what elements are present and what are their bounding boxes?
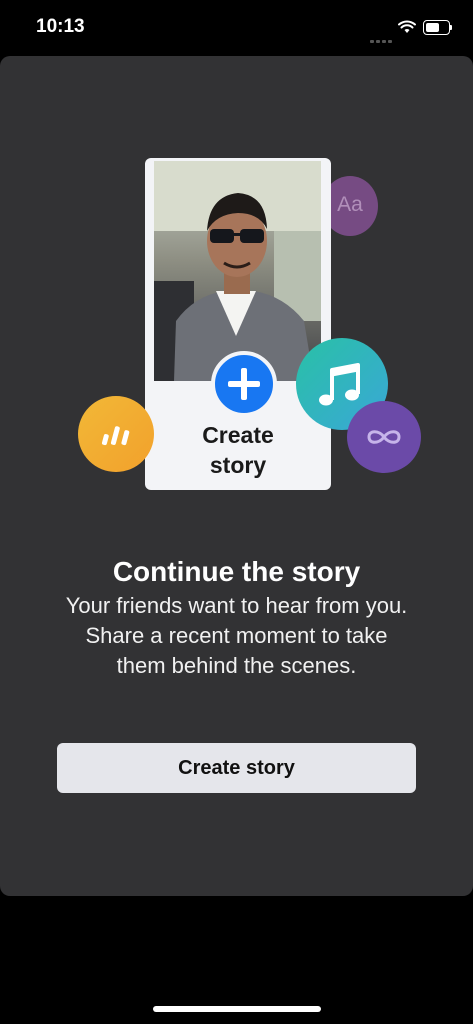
status-bar: 10:13 [0, 0, 473, 56]
add-story-button[interactable] [211, 351, 277, 417]
body-text: Your friends want to hear from you. Shar… [65, 593, 408, 678]
infinity-icon [347, 401, 421, 473]
create-story-button[interactable]: Create story [57, 743, 416, 793]
story-prompt-sheet: Aa Create story Continue the story Your … [0, 56, 473, 896]
plus-icon [228, 368, 260, 400]
card-label-line-2: story [209, 452, 267, 478]
status-time: 10:13 [36, 16, 85, 37]
home-indicator[interactable] [153, 1006, 321, 1012]
wifi-icon [398, 20, 416, 33]
battery-cap [450, 25, 452, 30]
battery-icon [423, 20, 450, 35]
poll-icon [78, 396, 154, 472]
cellular-signal-icon [370, 30, 394, 48]
create-story-card[interactable]: Create story [145, 158, 331, 490]
headline: Continue the story [112, 556, 361, 587]
